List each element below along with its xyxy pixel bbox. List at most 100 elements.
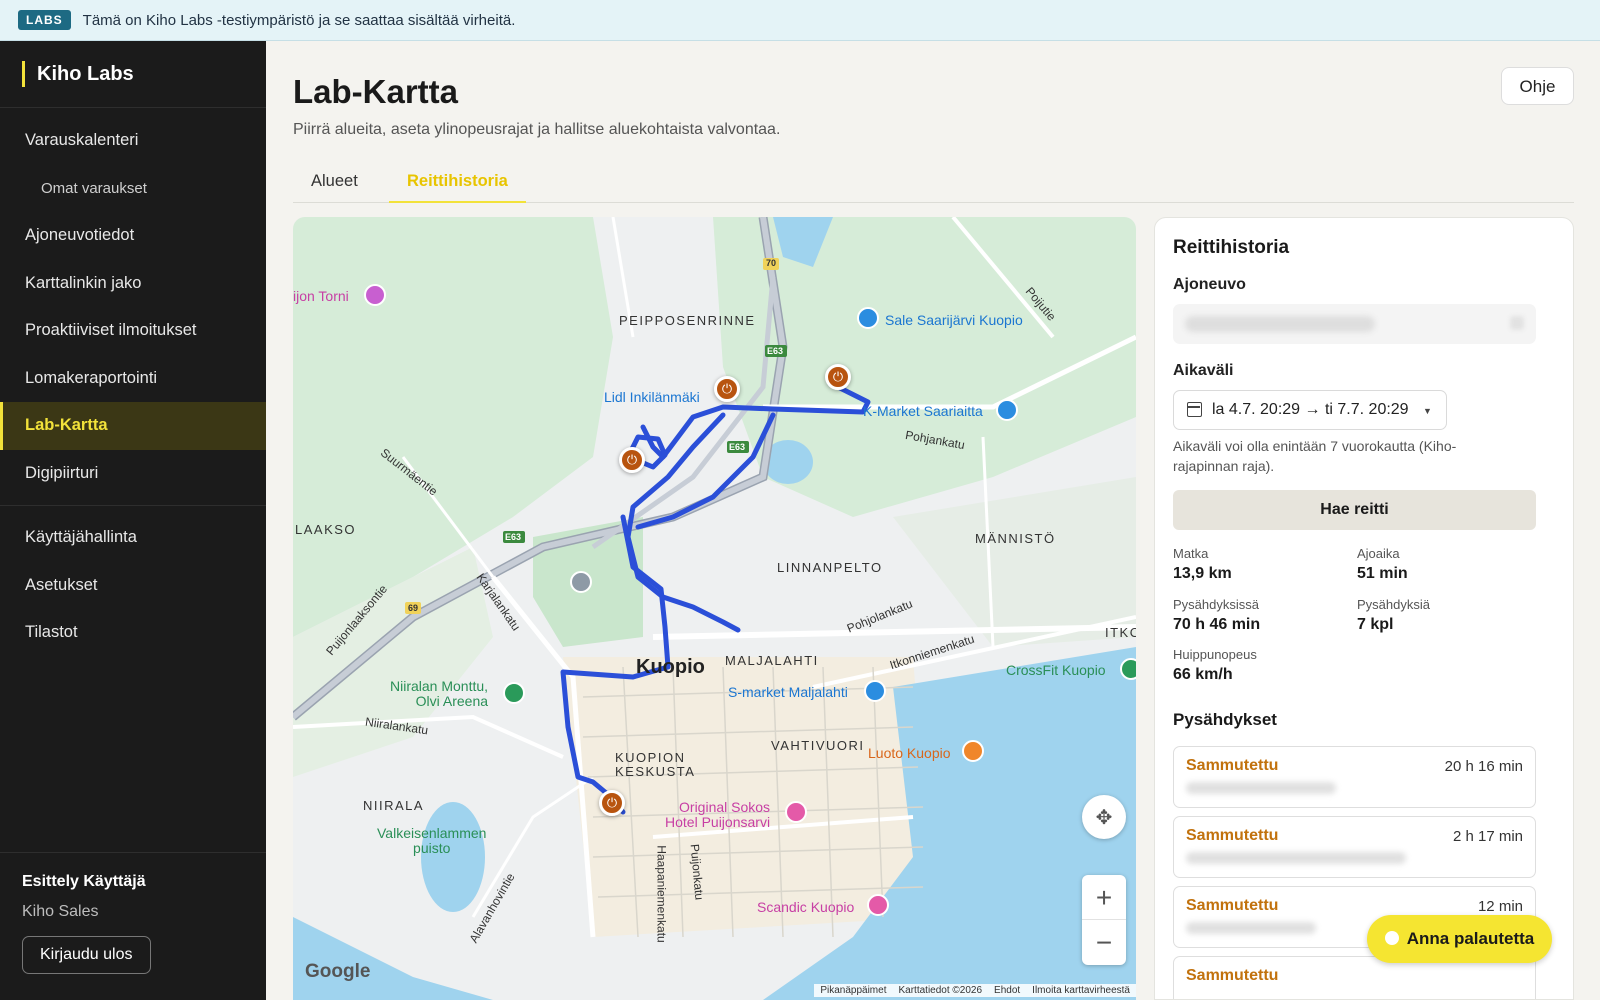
stat-value: 7 kpl xyxy=(1357,616,1394,633)
poi-lidl[interactable]: Lidl Inkilänmäki xyxy=(604,389,700,405)
stop-marker-power-icon[interactable]: ⏻ xyxy=(825,364,851,390)
map-label-peipposenrinne: PEIPPOSENRINNE xyxy=(619,313,756,328)
stat-value: 13,9 km xyxy=(1173,565,1232,582)
brand-name: Kiho Labs xyxy=(37,62,134,85)
map-label-linnanpelto: LINNANPELTO xyxy=(777,560,883,575)
attrib-mapdata: Karttatiedot ©2026 xyxy=(898,985,983,996)
poi-smarket[interactable]: S-market Maljalahti xyxy=(728,684,848,700)
google-logo: Google xyxy=(305,961,371,982)
stat-key: Pysähdyksiä xyxy=(1357,597,1430,612)
stop-details-redacted xyxy=(1186,922,1316,934)
sidebar-item-omat-varaukset[interactable]: Omat varaukset xyxy=(0,165,266,213)
route-e63-label: E63 xyxy=(767,346,784,356)
labs-tag: LABS xyxy=(18,10,71,30)
attrib-report[interactable]: Ilmoita karttavirheestä xyxy=(1032,985,1130,996)
stop-marker-power-icon[interactable]: ⏻ xyxy=(599,790,625,816)
attrib-shortcuts[interactable]: Pikanäppäimet xyxy=(820,985,886,996)
stop-card[interactable]: Sammutettu 2 h 17 min xyxy=(1173,816,1536,878)
route-70-label: 70 xyxy=(766,258,777,268)
recenter-icon[interactable]: ✥ xyxy=(1082,795,1126,839)
sidebar-item-tilastot[interactable]: Tilastot xyxy=(0,609,266,657)
route-69-label: 69 xyxy=(408,603,419,613)
stop-marker-power-icon[interactable]: ⏻ xyxy=(619,447,645,473)
tab-reittihistoria[interactable]: Reittihistoria xyxy=(389,161,526,203)
stop-status: Sammutettu xyxy=(1186,897,1279,914)
stat-stopped-time: Pysähdyksissä 70 h 46 min xyxy=(1173,597,1260,634)
user-name: Esittely Käyttäjä xyxy=(22,873,146,890)
fetch-route-button[interactable]: Hae reitti xyxy=(1173,490,1536,530)
poi-niiralan-monttu[interactable]: Niiralan Monttu, Olvi Areena xyxy=(390,679,488,709)
zoom-in-button[interactable]: + xyxy=(1082,875,1126,920)
map-label-niirala: NIIRALA xyxy=(363,798,425,813)
shopping-cart-icon[interactable] xyxy=(857,307,879,329)
stat-key: Huippunopeus xyxy=(1173,647,1257,662)
stat-key: Matka xyxy=(1173,546,1209,561)
labs-banner: LABS Tämä on Kiho Labs -testiympäristö j… xyxy=(0,0,1600,41)
zoom-out-button[interactable]: − xyxy=(1082,920,1126,965)
zoom-control: + − xyxy=(1082,875,1126,965)
help-button[interactable]: Ohje xyxy=(1501,67,1574,105)
stop-duration: 2 h 17 min xyxy=(1452,828,1523,845)
sidebar-item-lomakeraportointi[interactable]: Lomakeraportointi xyxy=(0,355,266,403)
sidebar-item-proaktiiviset-ilmoitukset[interactable]: Proaktiiviset ilmoitukset xyxy=(0,307,266,355)
stat-key: Pysähdyksissä xyxy=(1173,597,1259,612)
stop-details-redacted xyxy=(1186,852,1406,864)
map-base xyxy=(293,217,1136,1000)
attrib-terms[interactable]: Ehdot xyxy=(994,985,1020,996)
sidebar-item-digipiirturi[interactable]: Digipiirturi xyxy=(0,450,266,498)
sidebar-item-varauskalenteri[interactable]: Varauskalenteri xyxy=(0,117,266,165)
feedback-button[interactable]: Anna palautetta xyxy=(1367,915,1552,963)
poi-luoto[interactable]: Luoto Kuopio xyxy=(868,745,951,761)
range-label: Aikaväli xyxy=(1173,362,1234,379)
poi-sale[interactable]: Sale Saarijärvi Kuopio xyxy=(885,312,1023,328)
restaurant-icon[interactable] xyxy=(962,740,984,762)
poi-torni[interactable]: ijon Torni xyxy=(293,288,349,304)
map-label-city: Kuopio xyxy=(636,656,705,678)
brand-accent-bar xyxy=(22,61,25,87)
brand[interactable]: Kiho Labs xyxy=(0,41,266,108)
page-subtitle: Piirrä alueita, aseta ylinopeusrajat ja … xyxy=(293,121,781,138)
date-range-button[interactable]: la 4.7. 20:29 → ti 7.7. 20:29 ▼ xyxy=(1173,390,1447,430)
poi-kmarket[interactable]: K-Market Saariaitta xyxy=(863,403,983,419)
poi-crossfit[interactable]: CrossFit Kuopio xyxy=(1006,662,1106,678)
sidebar-item-kayttajahallinta[interactable]: Käyttäjähallinta xyxy=(0,514,266,562)
caret-down-icon: ▼ xyxy=(1423,406,1432,416)
sidebar-item-asetukset[interactable]: Asetukset xyxy=(0,562,266,610)
shopping-cart-icon[interactable] xyxy=(864,680,886,702)
sidebar: Kiho Labs Varauskalenteri Omat varaukset… xyxy=(0,41,266,1000)
poi-valkeisenlampi[interactable]: Valkeisenlammen puisto xyxy=(377,826,486,856)
sidebar-item-lab-kartta[interactable]: Lab-Kartta xyxy=(0,402,266,450)
stadium-pin-icon[interactable] xyxy=(503,682,525,704)
poi-scandic[interactable]: Scandic Kuopio xyxy=(757,899,854,915)
poi-sokos[interactable]: Original Sokos Hotel Puijonsarvi xyxy=(665,800,770,830)
stat-value: 66 km/h xyxy=(1173,666,1233,683)
map-label-mannisto: MÄNNISTÖ xyxy=(975,531,1056,546)
sidebar-item-ajoneuvotiedot[interactable]: Ajoneuvotiedot xyxy=(0,212,266,260)
hotel-icon[interactable] xyxy=(785,801,807,823)
logout-button[interactable]: Kirjaudu ulos xyxy=(22,936,151,974)
stat-key: Ajoaika xyxy=(1357,546,1400,561)
shopping-cart-icon[interactable] xyxy=(996,399,1018,421)
chat-bubble-icon xyxy=(1384,931,1399,945)
nav-group-primary: Varauskalenteri Omat varaukset Ajoneuvot… xyxy=(0,108,266,506)
sidebar-item-karttalinkin-jako[interactable]: Karttalinkin jako xyxy=(0,260,266,308)
stat-top-speed: Huippunopeus 66 km/h xyxy=(1173,647,1257,684)
vehicle-label: Ajoneuvo xyxy=(1173,276,1246,293)
map-label-maljalahti: MALJALAHTI xyxy=(725,653,819,668)
vehicle-value-redacted xyxy=(1185,316,1375,332)
page-title: Lab-Kartta xyxy=(293,73,459,110)
stop-duration: 20 h 16 min xyxy=(1444,758,1523,775)
feedback-label: Anna palautetta xyxy=(1406,929,1535,948)
stop-card[interactable]: Sammutettu 20 h 16 min xyxy=(1173,746,1536,808)
landmark-pin-icon[interactable] xyxy=(570,571,592,593)
camera-icon[interactable] xyxy=(364,284,386,306)
vehicle-select[interactable] xyxy=(1173,304,1536,344)
tab-alueet[interactable]: Alueet xyxy=(293,161,376,203)
chevron-down-icon xyxy=(1510,316,1524,330)
map-view[interactable]: 70 E63 E63 E63 69 PEIPPOSENRINNE LAAKSO … xyxy=(293,217,1136,1000)
stat-distance: Matka 13,9 km xyxy=(1173,546,1232,583)
hotel-icon[interactable] xyxy=(867,894,889,916)
fitness-pin-icon[interactable] xyxy=(1120,658,1136,680)
stop-marker-power-icon[interactable]: ⏻ xyxy=(714,376,740,402)
calendar-icon xyxy=(1187,402,1202,417)
